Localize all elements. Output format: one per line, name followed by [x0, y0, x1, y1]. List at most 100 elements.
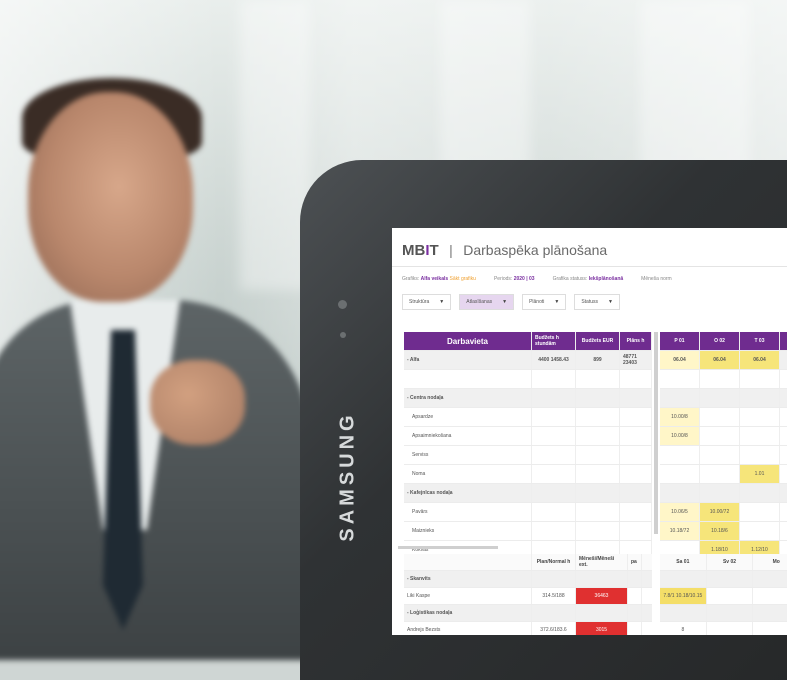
table-row[interactable]: - Alfa 4400 1458.43 899 48771 23403	[404, 351, 652, 370]
day-cell[interactable]	[660, 571, 707, 587]
col-header[interactable]: Mo	[753, 554, 787, 570]
businessman-photo	[0, 0, 340, 660]
table-row[interactable]: 10.06/5 10.00/72	[660, 503, 787, 522]
table-row[interactable]	[660, 389, 787, 408]
table-row[interactable]: Pavārs	[404, 503, 652, 522]
col-header[interactable]: Sv 02	[707, 554, 754, 570]
day-cell[interactable]	[740, 427, 780, 445]
col-header[interactable]: pa	[628, 554, 642, 570]
day-cell[interactable]: 06.04	[700, 351, 740, 369]
day-cell[interactable]: 1.01	[740, 465, 780, 483]
col-header[interactable]: Sa 01	[660, 554, 707, 570]
table-row[interactable]: Liki Kaspe 314.5/188 36463	[404, 588, 652, 605]
cell: 36463	[576, 588, 628, 604]
day-cell[interactable]	[660, 484, 700, 502]
table-row[interactable]: 1.01	[660, 465, 787, 484]
table-row[interactable]: - Kafejnīcas nodaļa	[404, 484, 652, 503]
day-cell[interactable]	[740, 446, 780, 464]
day-cell[interactable]	[707, 588, 754, 604]
col-header[interactable]: Budžets EUR	[576, 332, 620, 350]
table-row[interactable]: - Skanvits	[404, 571, 652, 588]
day-cell[interactable]	[753, 622, 787, 635]
day-cell[interactable]: 10.06/5	[660, 503, 700, 521]
day-cell[interactable]	[753, 605, 787, 621]
day-cell[interactable]	[740, 389, 780, 407]
day-cell[interactable]	[740, 522, 780, 540]
table-row[interactable]: Serviss	[404, 446, 652, 465]
day-cell[interactable]: 7.8/1 10.18/10.15	[660, 588, 707, 604]
table-row[interactable]: Andrejs Bezsts 372.6/183.6 3015	[404, 622, 652, 635]
col-header[interactable]: T 03	[740, 332, 780, 350]
col-header[interactable]: Darbavieta	[404, 332, 532, 350]
day-cell[interactable]	[700, 427, 740, 445]
horizontal-scrollbar[interactable]	[398, 546, 498, 549]
col-header[interactable]: Mēneši/Mēneši ext.	[576, 554, 628, 570]
day-cell[interactable]: 8	[660, 622, 707, 635]
day-cell[interactable]: 06.04	[660, 351, 700, 369]
day-cell[interactable]	[740, 408, 780, 426]
day-cell[interactable]	[660, 605, 707, 621]
day-cell[interactable]	[707, 571, 754, 587]
filter-status[interactable]: Statuss ▼	[574, 294, 620, 310]
day-cell[interactable]	[740, 503, 780, 521]
col-header[interactable]	[404, 554, 532, 570]
table-row[interactable]: 10.18/72 10.18/6	[660, 522, 787, 541]
table-row[interactable]: Noma	[404, 465, 652, 484]
col-header[interactable]: Plāns h	[620, 332, 652, 350]
meta-status: Grafika statuss: Iekšplānošanā	[552, 276, 624, 282]
hand	[150, 360, 245, 445]
day-cell[interactable]	[700, 465, 740, 483]
table-row[interactable]: 8	[660, 622, 787, 635]
filter-selection[interactable]: Atlasīšanas ▼	[459, 294, 515, 310]
table-row[interactable]: - Centra nodaļa	[404, 389, 652, 408]
day-cell[interactable]: 06.04	[740, 351, 780, 369]
table-row[interactable]: 10.00/8	[660, 427, 787, 446]
table-row[interactable]	[660, 370, 787, 389]
day-cell[interactable]	[753, 588, 787, 604]
table-row[interactable]	[660, 571, 787, 588]
col-header[interactable]: Plan/Normal h	[532, 554, 576, 570]
day-cell[interactable]	[707, 605, 754, 621]
filter-planned[interactable]: Plānoti ▼	[522, 294, 567, 310]
table-row[interactable]	[660, 484, 787, 503]
row-label: Andrejs Bezsts	[404, 622, 532, 635]
app-logo[interactable]: MBIT	[402, 242, 439, 259]
cell	[532, 522, 576, 540]
day-cell[interactable]	[660, 370, 700, 388]
day-cell[interactable]	[700, 389, 740, 407]
table-row[interactable]: Apsardze	[404, 408, 652, 427]
table-row[interactable]: 06.04 06.04 06.04	[660, 351, 787, 370]
day-cell[interactable]	[660, 446, 700, 464]
table-row[interactable]: Apsaimniekošana	[404, 427, 652, 446]
table-row[interactable]	[660, 605, 787, 622]
table-row[interactable]	[660, 446, 787, 465]
day-cell[interactable]	[753, 571, 787, 587]
cell	[532, 446, 576, 464]
day-cell[interactable]: 10.00/8	[660, 408, 700, 426]
day-cell[interactable]	[740, 370, 780, 388]
day-cell[interactable]	[660, 465, 700, 483]
day-cell[interactable]: 10.18/72	[660, 522, 700, 540]
table-row[interactable]: 10.00/8	[660, 408, 787, 427]
day-cell[interactable]: 10.18/6	[700, 522, 740, 540]
table-row[interactable]	[404, 370, 652, 389]
day-cell[interactable]	[700, 484, 740, 502]
col-header[interactable]: O 02	[700, 332, 740, 350]
day-cell[interactable]: 10.00/72	[700, 503, 740, 521]
day-cell[interactable]	[700, 370, 740, 388]
day-cell[interactable]	[660, 389, 700, 407]
day-cell[interactable]	[707, 622, 754, 635]
table-row[interactable]: Maiznieks	[404, 522, 652, 541]
cell	[620, 522, 652, 540]
day-cell[interactable]	[700, 446, 740, 464]
day-cell[interactable]: 10.00/8	[660, 427, 700, 445]
col-header[interactable]: Budžets h stundām	[532, 332, 576, 350]
day-cell[interactable]	[700, 408, 740, 426]
panel-splitter[interactable]	[654, 332, 658, 534]
col-header[interactable]: P 01	[660, 332, 700, 350]
table-row[interactable]: 7.8/1 10.18/10.15	[660, 588, 787, 605]
table-row[interactable]: - Loģistikas nodaļa	[404, 605, 652, 622]
day-cell[interactable]	[740, 484, 780, 502]
row-label: - Kafejnīcas nodaļa	[404, 484, 532, 502]
filter-structure[interactable]: Struktūra ▼	[402, 294, 452, 310]
